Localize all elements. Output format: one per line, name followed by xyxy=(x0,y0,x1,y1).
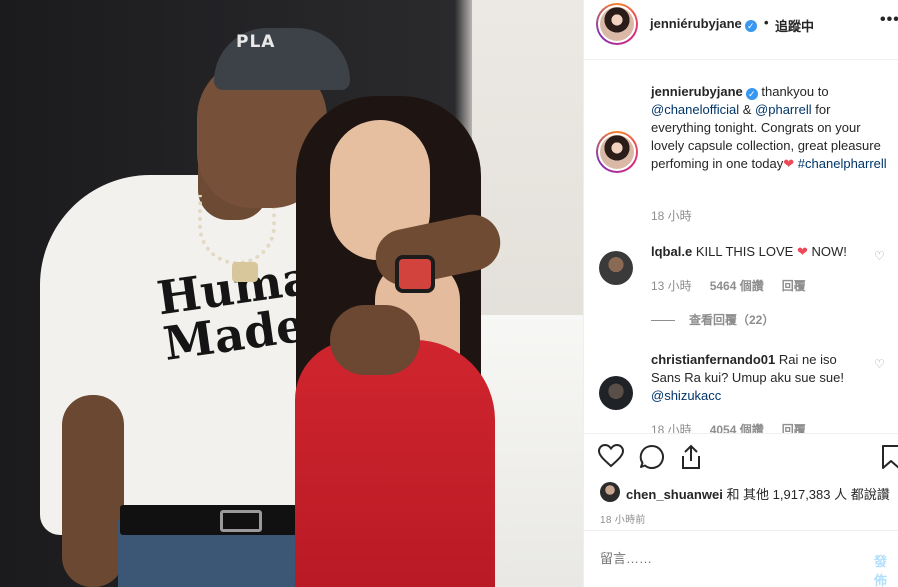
comment-input[interactable] xyxy=(600,551,830,566)
caption-mention-chanel[interactable]: @chanelofficial xyxy=(651,102,739,117)
comment-2-likes[interactable]: 4054 個讚 xyxy=(710,423,764,433)
photo-belt xyxy=(120,505,310,535)
comment-1-meta: 13 小時 5464 個讚 回覆 xyxy=(651,277,806,294)
caption-avatar-ring[interactable] xyxy=(596,131,638,173)
view-replies-label: 查看回覆（22） xyxy=(689,313,775,327)
add-comment-bar: 發佈 xyxy=(584,530,898,587)
caption-verified-badge-icon: ✓ xyxy=(745,88,758,100)
comment-bubble-icon[interactable] xyxy=(639,444,665,475)
comment-1-username[interactable]: lqbal.e xyxy=(651,244,692,259)
comment-1-likes[interactable]: 5464 個讚 xyxy=(710,279,764,293)
header-avatar-ring[interactable] xyxy=(596,3,638,45)
likes-summary: chen_shuanwei 和 其他 1,917,383 人 都說讚 xyxy=(626,484,890,503)
post-caption: jennierubyjane ✓ thankyou to @chaneloffic… xyxy=(651,83,891,173)
comment-2-avatar[interactable] xyxy=(599,376,633,410)
comments-list[interactable]: jennierubyjane ✓ thankyou to @chaneloffic… xyxy=(584,61,898,433)
comment-1-avatar[interactable] xyxy=(599,251,633,285)
photo-belt-buckle xyxy=(220,510,262,532)
comment-1-time[interactable]: 13 小時 xyxy=(651,279,692,293)
view-replies-button[interactable]: 查看回覆（22） xyxy=(651,311,774,328)
comment-1-heart-emoji: ❤ xyxy=(796,244,808,259)
post-actions: chen_shuanwei 和 其他 1,917,383 人 都說讚 18 小時… xyxy=(584,433,898,529)
following-button[interactable]: 追蹤中 xyxy=(775,16,814,35)
share-icon[interactable] xyxy=(679,444,703,475)
comment-1-reply-button[interactable]: 回覆 xyxy=(782,279,806,293)
comment-1-body: lqbal.e KILL THIS LOVE ❤ NOW! xyxy=(651,243,866,261)
comment-2-username[interactable]: christianfernando01 xyxy=(651,352,775,367)
caption-hashtag[interactable]: #chanelpharrell xyxy=(798,156,887,171)
instagram-post-view: Human Made PLA jenniérubyjane ✓ • 追蹤中 ••• xyxy=(0,0,898,587)
photo-pendant xyxy=(232,262,258,282)
bookmark-icon[interactable] xyxy=(881,444,898,475)
caption-time[interactable]: 18 小時 xyxy=(651,207,692,224)
caption-heart-emoji: ❤ xyxy=(783,156,795,171)
liker-avatar[interactable] xyxy=(600,482,620,502)
like-heart-icon[interactable] xyxy=(597,443,625,473)
photo-man-arm xyxy=(62,395,124,587)
photo-woman-dress xyxy=(295,340,495,587)
photo-cap-text: PLA xyxy=(236,32,276,52)
comment-2-body: christianfernando01 Rai ne iso Sans Ra k… xyxy=(651,351,866,405)
photo-man-cap xyxy=(214,28,350,90)
likes-count-text[interactable]: 和 其他 1,917,383 人 都說讚 xyxy=(726,487,889,502)
caption-amp: & xyxy=(742,102,752,117)
photo-watch xyxy=(395,255,435,293)
comment-2-time[interactable]: 18 小時 xyxy=(651,423,692,433)
comment-2-mention[interactable]: @shizukacc xyxy=(651,388,721,403)
comment-1-text-after: NOW! xyxy=(811,244,847,259)
caption-text-1: thankyou to xyxy=(761,84,829,99)
post-side-panel: jenniérubyjane ✓ • 追蹤中 ••• jennierubyjane… xyxy=(583,0,898,587)
post-header: jenniérubyjane ✓ • 追蹤中 ••• xyxy=(584,0,898,60)
post-comment-button[interactable]: 發佈 xyxy=(874,551,898,587)
verified-badge-icon: ✓ xyxy=(744,20,757,32)
header-username[interactable]: jenniérubyjane xyxy=(650,16,742,31)
comment-2-reply-button[interactable]: 回覆 xyxy=(782,423,806,433)
view-replies-line xyxy=(651,320,675,322)
comment-1-like-icon[interactable]: ♡ xyxy=(874,249,885,263)
photo-hand xyxy=(330,305,420,375)
caption-avatar[interactable] xyxy=(598,133,636,171)
header-username-row: jenniérubyjane ✓ xyxy=(650,16,757,32)
comment-2-meta: 18 小時 4054 個讚 回覆 xyxy=(651,421,806,433)
more-options-icon[interactable]: ••• xyxy=(880,11,898,29)
liker-username[interactable]: chen_shuanwei xyxy=(626,487,723,502)
comment-1-text: KILL THIS LOVE xyxy=(695,244,794,259)
post-photo[interactable]: Human Made PLA xyxy=(0,0,583,587)
caption-mention-pharrell[interactable]: @pharrell xyxy=(755,102,812,117)
header-avatar[interactable] xyxy=(598,5,636,43)
post-timestamp[interactable]: 18 小時前 xyxy=(600,511,646,526)
header-separator: • xyxy=(764,15,769,30)
caption-username[interactable]: jennierubyjane xyxy=(651,84,743,99)
comment-2-like-icon[interactable]: ♡ xyxy=(874,357,885,371)
